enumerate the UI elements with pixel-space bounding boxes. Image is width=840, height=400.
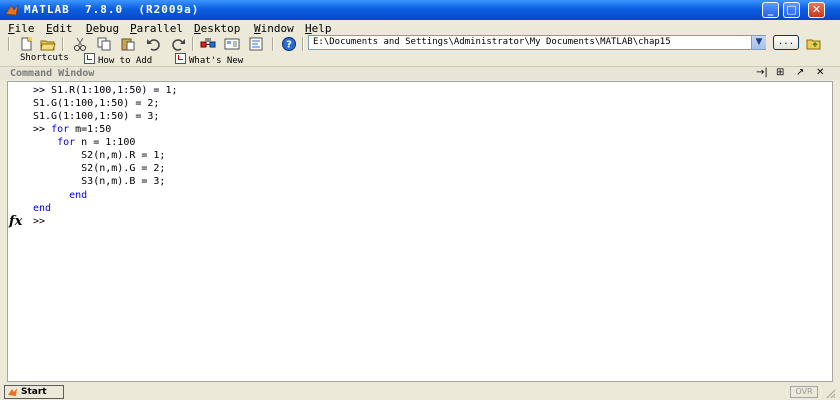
redo-icon[interactable] [170,36,186,52]
command-line: >> for m=1:50 [33,124,112,135]
paste-icon[interactable] [120,36,136,52]
command-window-title: Command Window [10,68,95,79]
undock-icon[interactable]: ↗ [796,67,804,78]
command-line: end [33,203,52,214]
close-pane-icon[interactable]: ✕ [816,67,824,78]
command-line: S1.G(1:100,1:50) = 3; [33,111,160,122]
maximize-pane-icon[interactable]: ⊞ [776,67,784,78]
toolbar-separator [62,37,64,51]
menu-window[interactable]: Window [254,22,294,35]
new-file-icon[interactable] [18,36,34,52]
shortcut-label: How to Add [98,56,153,66]
toolbar-grip [8,37,10,51]
command-window[interactable]: >> S1.R(1:100,1:50) = 1; S1.G(1:100,1:50… [7,81,833,382]
command-line: S2(n,m).R = 1; [33,150,166,161]
command-line: S1.G(1:100,1:50) = 2; [33,98,160,109]
menu-edit[interactable]: Edit [46,22,73,35]
shortcuts-label[interactable]: Shortcuts [20,53,69,63]
directory-dropdown-button[interactable]: ▼ [751,36,766,49]
shortcut-icon [175,53,186,64]
shortcuts-bar: Shortcuts How to Add What's New [0,52,840,67]
close-button[interactable]: ✕ [808,2,825,18]
window-title: MATLAB 7.8.0 (R2009a) [24,3,200,16]
function-browser-icon[interactable]: fx [9,214,22,229]
toolbar-separator [192,37,194,51]
shortcut-whats-new[interactable]: What's New [175,53,243,66]
title-bar[interactable]: MATLAB 7.8.0 (R2009a) _ □ ✕ [0,0,840,20]
command-line: >> S1.R(1:100,1:50) = 1; [33,85,178,96]
guide-icon[interactable] [224,36,240,52]
simulink-icon[interactable] [200,36,216,52]
copy-icon[interactable] [96,36,112,52]
start-button[interactable]: Start [4,385,64,399]
matlab-logo-icon [5,4,19,16]
menu-help[interactable]: Help [305,22,332,35]
undo-icon[interactable] [146,36,162,52]
menu-parallel[interactable]: Parallel [130,22,183,35]
command-prompt[interactable]: >> [33,216,45,227]
svg-text:?: ? [286,40,292,51]
browse-directory-button[interactable]: ... [773,35,799,50]
menu-debug[interactable]: Debug [86,22,119,35]
dock-icon[interactable]: →| [756,67,768,78]
current-directory-input[interactable]: E:\Documents and Settings\Administrator\… [308,35,766,50]
help-icon[interactable]: ? [281,36,297,52]
status-bar: Start OVR [0,383,840,400]
up-folder-icon[interactable] [806,35,822,51]
shortcut-how-to-add[interactable]: How to Add [84,53,152,66]
menu-file[interactable]: File [8,22,35,35]
shortcut-icon [84,53,95,64]
profiler-icon[interactable] [248,36,264,52]
shortcut-label: What's New [189,56,244,66]
minimize-button[interactable]: _ [762,2,779,18]
menu-desktop[interactable]: Desktop [194,22,240,35]
ovr-indicator: OVR [790,386,818,398]
maximize-button[interactable]: □ [783,2,800,18]
toolbar-separator [272,37,274,51]
cut-icon[interactable] [72,36,88,52]
matlab-start-icon [8,388,17,396]
command-window-header: Command Window →| ⊞ ↗ ✕ [0,67,840,80]
command-line: S3(n,m).B = 3; [33,176,166,187]
menu-bar: File Edit Debug Parallel Desktop Window … [0,20,840,36]
command-line: S2(n,m).G = 2; [33,163,166,174]
command-line: for n = 1:100 [57,137,136,148]
toolbar-separator [302,37,304,51]
start-label: Start [21,387,47,397]
open-folder-icon[interactable] [40,36,56,52]
resize-grip-icon[interactable] [824,387,836,399]
command-line: end [69,190,88,201]
